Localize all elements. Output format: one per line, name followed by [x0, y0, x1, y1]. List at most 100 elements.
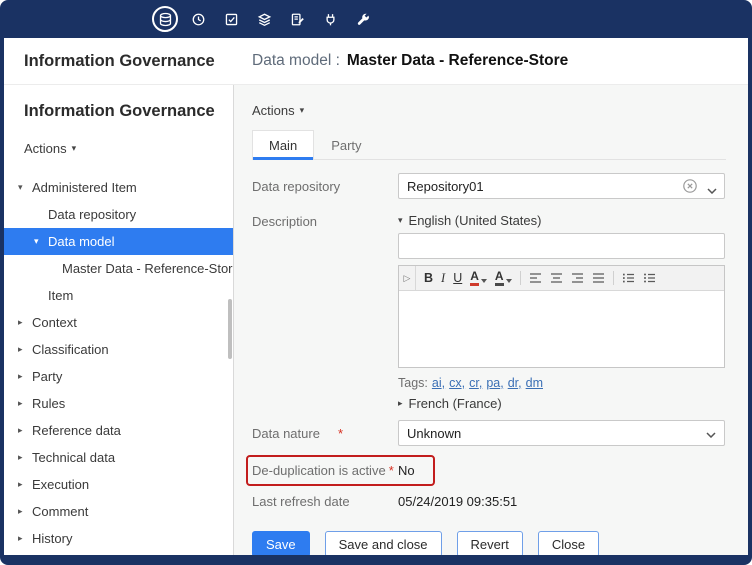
tree-item-execution[interactable]: ▸ Execution: [4, 471, 233, 498]
sidebar-actions-label: Actions: [24, 141, 67, 156]
rich-text-editor: ▷ B I U A A: [398, 265, 725, 368]
tree-item-label: Comment: [32, 504, 88, 519]
required-marker: *: [389, 463, 394, 478]
bullet-list-icon[interactable]: [643, 272, 656, 284]
caret-right-icon[interactable]: ▸: [18, 317, 32, 328]
caret-right-icon[interactable]: ▸: [18, 452, 32, 463]
font-color-button[interactable]: A: [470, 270, 487, 286]
tree-item-technical-data[interactable]: ▸ Technical data: [4, 444, 233, 471]
tree-item-label: Classification: [32, 342, 109, 357]
tree-item-rules[interactable]: ▸ Rules: [4, 390, 233, 417]
align-center-icon[interactable]: [550, 272, 563, 284]
caret-right-icon[interactable]: ▸: [18, 425, 32, 436]
database-icon[interactable]: [152, 6, 178, 32]
tab-label: Party: [331, 138, 361, 153]
sidebar-scrollbar[interactable]: [228, 299, 232, 359]
form-row-data-nature: Data nature* Unknown: [252, 420, 748, 446]
caret-down-icon: ▾: [300, 106, 305, 115]
caret-right-icon: ▸: [398, 399, 403, 408]
tree-item-classification[interactable]: ▸ Classification: [4, 336, 233, 363]
caret-right-icon[interactable]: ▸: [18, 344, 32, 355]
tree-item-data-repository[interactable]: Data repository: [4, 201, 233, 228]
tab-main[interactable]: Main: [252, 130, 314, 159]
caret-down-icon: [481, 279, 487, 283]
tree-item-administered-item[interactable]: ▾ Administered Item: [4, 174, 233, 201]
tree-item-label: History: [32, 531, 72, 546]
tree-item-context[interactable]: ▸ Context: [4, 309, 233, 336]
align-left-icon[interactable]: [529, 272, 542, 284]
tags-label: Tags:: [398, 376, 428, 390]
locale-toggle-french[interactable]: ▸ French (France): [398, 396, 725, 411]
tree-item-party[interactable]: ▸ Party: [4, 363, 233, 390]
toolbar-separator: [613, 271, 614, 285]
caret-right-icon[interactable]: ▸: [18, 479, 32, 490]
tree-item-master-data-reference-store[interactable]: Master Data - Reference-Store: [4, 255, 233, 282]
data-nature-select[interactable]: Unknown: [398, 420, 725, 446]
plug-icon[interactable]: [317, 6, 343, 32]
description-english-input[interactable]: [398, 233, 725, 259]
bold-button[interactable]: B: [424, 272, 433, 285]
caret-down-icon[interactable]: ▾: [18, 182, 32, 193]
underline-button[interactable]: U: [453, 272, 462, 285]
highlight-color-button[interactable]: A: [495, 270, 512, 286]
caret-down-icon[interactable]: ▾: [34, 236, 48, 247]
tree-item-data-model[interactable]: ▾ Data model: [4, 228, 233, 255]
caret-right-icon[interactable]: ▸: [18, 371, 32, 382]
editor-expand-icon[interactable]: ▷: [399, 266, 416, 290]
save-and-close-button[interactable]: Save and close: [325, 531, 442, 555]
chevron-down-icon: [706, 426, 716, 441]
caret-right-icon[interactable]: ▸: [18, 533, 32, 544]
field-label-data-repository: Data repository: [252, 173, 398, 194]
tree-item-reference-data[interactable]: ▸ Reference data: [4, 417, 233, 444]
tag-link[interactable]: cx: [449, 376, 465, 390]
caret-down-icon: [506, 279, 512, 283]
tree-item-history[interactable]: ▸ History: [4, 525, 233, 552]
form-row-last-refresh-date: Last refresh date 05/24/2019 09:35:51: [252, 494, 748, 509]
clear-icon[interactable]: [682, 178, 698, 194]
locale-label-english: English (United States): [409, 213, 542, 228]
description-richtext-area[interactable]: [399, 291, 724, 367]
record-form: Data repository: [252, 173, 748, 555]
tag-link[interactable]: dm: [526, 376, 543, 390]
dataspace-icon[interactable]: [251, 6, 277, 32]
wrench-icon[interactable]: [350, 6, 376, 32]
top-toolbar: [0, 0, 752, 38]
edit-form-icon[interactable]: [284, 6, 310, 32]
tab-label: Main: [269, 138, 297, 153]
field-label-deduplication: De-duplication is active*: [252, 463, 398, 478]
checklist-icon[interactable]: [218, 6, 244, 32]
field-label-data-nature: Data nature*: [252, 420, 398, 441]
save-button[interactable]: Save: [252, 531, 310, 555]
tab-party[interactable]: Party: [314, 130, 378, 159]
align-right-icon[interactable]: [571, 272, 584, 284]
italic-button[interactable]: I: [441, 272, 445, 285]
form-row-deduplication: De-duplication is active* No: [252, 455, 748, 486]
align-justify-icon[interactable]: [592, 272, 605, 284]
numbered-list-icon[interactable]: [622, 272, 635, 284]
locale-toggle-english[interactable]: ▾ English (United States): [398, 213, 725, 228]
tag-link[interactable]: ai: [432, 376, 445, 390]
caret-right-icon[interactable]: ▸: [18, 506, 32, 517]
editor-toolbar: ▷ B I U A A: [399, 266, 724, 291]
tag-link[interactable]: dr: [508, 376, 522, 390]
tree-item-item[interactable]: Item: [4, 282, 233, 309]
revert-button[interactable]: Revert: [457, 531, 523, 555]
last-refresh-date-value: 05/24/2019 09:35:51: [398, 494, 517, 509]
data-repository-combo[interactable]: [398, 173, 725, 199]
tree-item-label: Data model: [48, 234, 114, 249]
tag-link[interactable]: pa: [486, 376, 503, 390]
navigation-tree: ▾ Administered Item Data repository ▾ Da…: [4, 174, 233, 552]
clock-icon[interactable]: [185, 6, 211, 32]
form-row-data-repository: Data repository: [252, 173, 748, 199]
close-button[interactable]: Close: [538, 531, 599, 555]
data-repository-input[interactable]: [398, 173, 725, 199]
tree-item-comment[interactable]: ▸ Comment: [4, 498, 233, 525]
tree-item-label: Item: [48, 288, 73, 303]
tag-link[interactable]: cr: [469, 376, 482, 390]
chevron-down-icon[interactable]: [707, 182, 717, 197]
tree-item-label: Rules: [32, 396, 65, 411]
main-actions-dropdown[interactable]: Actions ▾: [252, 103, 304, 118]
tree-item-label: Administered Item: [32, 180, 137, 195]
caret-right-icon[interactable]: ▸: [18, 398, 32, 409]
sidebar-actions-dropdown[interactable]: Actions ▾: [24, 141, 76, 156]
